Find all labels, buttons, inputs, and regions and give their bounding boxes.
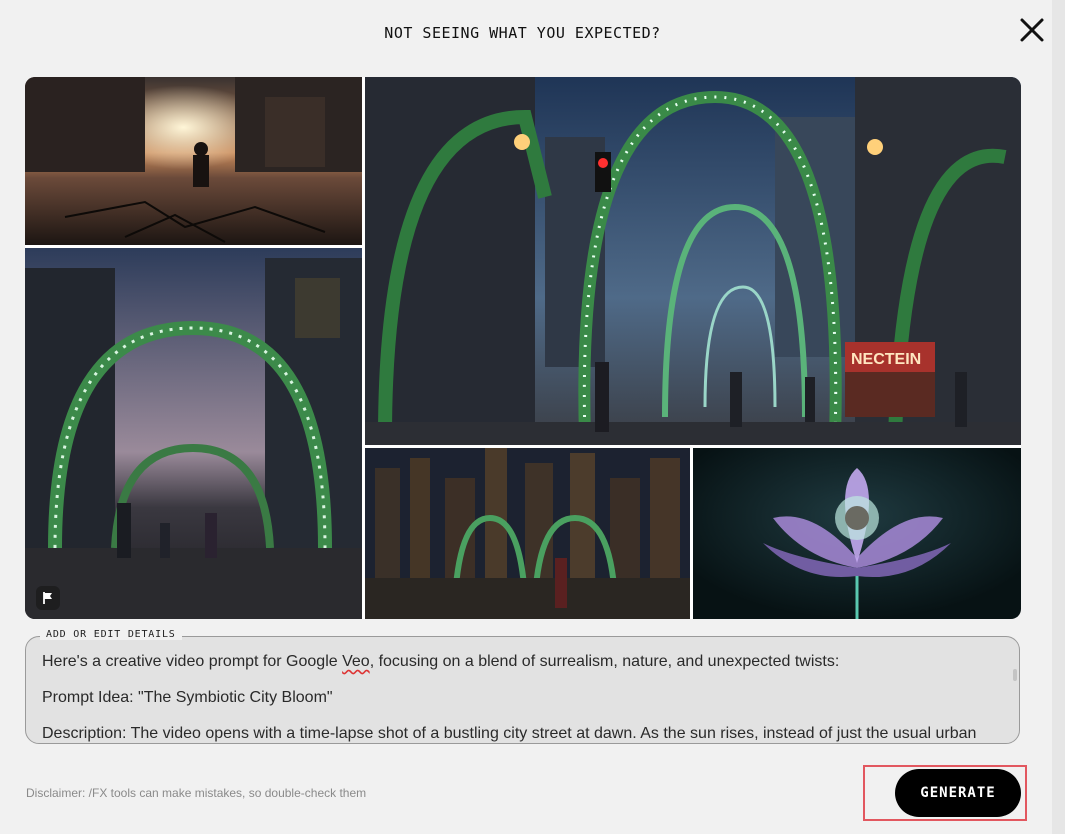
dialog-title: NOT SEEING WHAT YOU EXPECTED? [384,24,661,42]
generate-button[interactable]: GENERATE [895,769,1021,817]
dialog: NOT SEEING WHAT YOU EXPECTED? NECTEIN He… [0,0,1052,834]
close-button[interactable] [1014,12,1050,48]
details-scrollbar[interactable] [1013,669,1017,681]
spellcheck-word: Veo [342,653,370,670]
image-tile-flower-arch-street[interactable] [25,248,362,619]
details-label: ADD OR EDIT DETAILS [40,629,182,640]
image-tile-city-bloom-main[interactable]: NECTEIN [365,77,1021,445]
svg-text:NECTEIN: NECTEIN [851,351,921,368]
disclaimer-text: Disclaimer: /FX tools can make mistakes,… [26,786,367,800]
details-line-2: Prompt Idea: "The Symbiotic City Bloom" [42,689,333,706]
details-line-1: Here's a creative video prompt for Googl… [42,653,840,670]
flag-icon [43,592,52,604]
close-icon [1020,18,1044,42]
details-textarea[interactable]: Here's a creative video prompt for Googl… [25,636,1020,744]
image-tile-night-skyline[interactable] [365,448,690,619]
image-grid: NECTEIN [25,77,1021,619]
details-text: Here's a creative video prompt for Googl… [42,651,1003,743]
page-scrollbar[interactable] [1052,0,1065,834]
details-line-3: Description: The video opens with a time… [42,725,977,742]
image-tile-street-sunset[interactable] [25,77,362,245]
report-flag-button[interactable] [36,586,60,610]
image-tile-glowing-lotus[interactable] [693,448,1021,619]
